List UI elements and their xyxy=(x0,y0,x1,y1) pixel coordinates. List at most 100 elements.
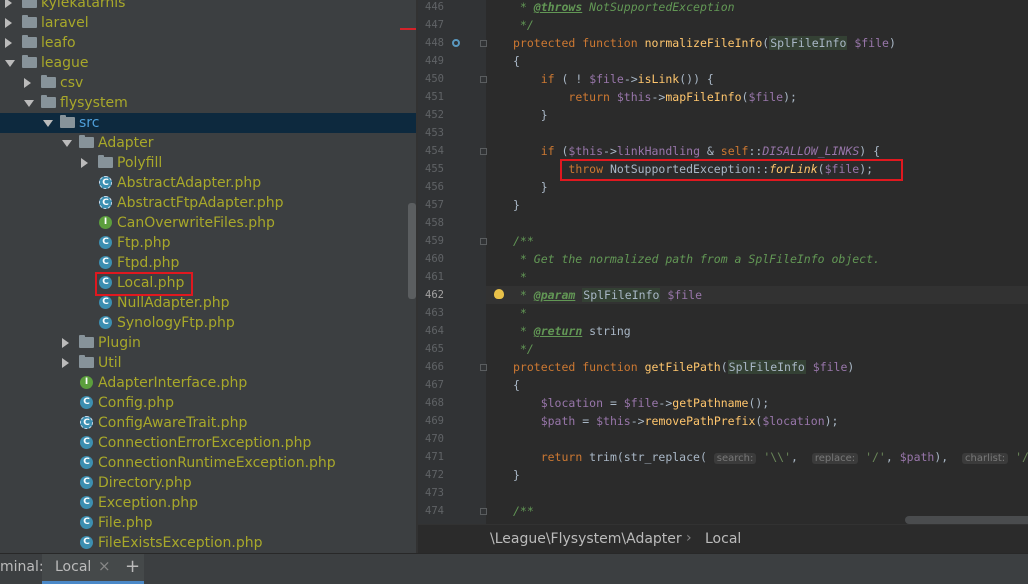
chevron-down-icon[interactable] xyxy=(43,120,53,127)
tree-folder[interactable]: flysystem xyxy=(0,93,416,113)
project-tree-scrollbar[interactable] xyxy=(408,203,416,299)
tree-folder[interactable]: laravel xyxy=(0,13,416,33)
tree-file[interactable]: C Exception.php xyxy=(0,493,416,513)
php-class-icon: C xyxy=(80,516,93,529)
code-line[interactable]: * @throws NotSupportedException xyxy=(513,0,735,16)
chevron-down-icon[interactable] xyxy=(62,140,72,147)
tree-file[interactable]: C ConnectionErrorException.php xyxy=(0,433,416,453)
code-line[interactable]: } xyxy=(513,196,520,214)
fold-toggle-icon[interactable] xyxy=(480,508,487,515)
tree-item-label: FileExistsException.php xyxy=(98,535,263,551)
fold-toggle-icon[interactable] xyxy=(480,148,487,155)
code-line[interactable]: } xyxy=(513,106,548,124)
tree-file[interactable]: C File.php xyxy=(0,513,416,533)
code-token: removePathPrefix xyxy=(644,414,756,428)
tree-file[interactable]: C NullAdapter.php xyxy=(0,293,416,313)
code-line[interactable]: { xyxy=(513,376,520,394)
tree-folder[interactable]: Polyfill xyxy=(0,153,416,173)
code-line[interactable]: } xyxy=(513,178,548,196)
fold-toggle-icon[interactable] xyxy=(480,76,487,83)
code-line[interactable]: */ xyxy=(513,340,534,358)
chevron-right-icon[interactable] xyxy=(5,18,12,28)
fold-toggle-icon[interactable] xyxy=(480,40,487,47)
chevron-right-icon[interactable] xyxy=(24,78,31,88)
tree-folder[interactable]: leafo xyxy=(0,33,416,53)
code-token: } xyxy=(513,468,520,482)
chevron-down-icon[interactable] xyxy=(5,60,15,67)
code-token: -> xyxy=(658,396,673,410)
code-line[interactable]: { xyxy=(513,52,520,70)
code-line[interactable]: $path = $this->removePathPrefix($locatio… xyxy=(513,412,839,430)
line-number: 473 xyxy=(425,487,444,499)
terminal-label: minal: xyxy=(0,559,44,575)
chevron-right-icon[interactable] xyxy=(5,38,12,48)
tree-folder[interactable]: Util xyxy=(0,353,416,373)
add-icon[interactable]: + xyxy=(125,556,140,577)
code-token: (); xyxy=(748,396,770,410)
code-token: ); xyxy=(824,414,839,428)
tree-folder[interactable]: kylekatarnis xyxy=(0,0,416,13)
fold-toggle-icon[interactable] xyxy=(480,238,487,245)
change-marker xyxy=(400,28,416,30)
tree-file[interactable]: C FileExistsException.php xyxy=(0,533,416,553)
code-token: $path xyxy=(899,450,935,464)
implementation-marker-icon[interactable] xyxy=(452,39,460,47)
code-token: $location xyxy=(540,396,604,410)
tree-file[interactable]: C Config.php xyxy=(0,393,416,413)
editor-horizontal-scrollbar[interactable] xyxy=(905,516,1028,524)
lightbulb-icon[interactable] xyxy=(494,289,504,299)
tree-folder[interactable]: src xyxy=(0,113,416,133)
code-line[interactable]: } xyxy=(513,466,520,484)
tree-folder[interactable]: league xyxy=(0,53,416,73)
tree-file[interactable]: C Ftpd.php xyxy=(0,253,416,273)
tree-file[interactable]: C Ftp.php xyxy=(0,233,416,253)
code-line[interactable]: * @param SplFileInfo $file xyxy=(486,286,1028,304)
code-line[interactable]: protected function getFilePath(SplFileIn… xyxy=(513,358,854,376)
code-line[interactable]: /** xyxy=(513,502,534,520)
tree-file[interactable]: I AdapterInterface.php xyxy=(0,373,416,393)
line-number: 455 xyxy=(425,163,444,175)
tree-folder[interactable]: Adapter xyxy=(0,133,416,153)
code-line[interactable]: $location = $file->getPathname(); xyxy=(513,394,770,412)
code-line[interactable]: /** xyxy=(513,232,534,250)
tree-file[interactable]: C SynologyFtp.php xyxy=(0,313,416,333)
chevron-right-icon[interactable] xyxy=(62,358,69,368)
tree-folder[interactable]: csv xyxy=(0,73,416,93)
breadcrumb-namespace[interactable]: \League\Flysystem\Adapter xyxy=(490,531,682,547)
breadcrumb-item-local[interactable]: Local xyxy=(705,531,741,547)
code-line[interactable]: return trim(str_replace( search: '\\', r… xyxy=(513,448,1028,466)
php-interface-icon: I xyxy=(99,216,112,229)
code-line[interactable]: protected function normalizeFileInfo(Spl… xyxy=(513,34,896,52)
tree-file[interactable]: C AbstractFtpAdapter.php xyxy=(0,193,416,213)
tree-file[interactable]: I CanOverwriteFiles.php xyxy=(0,213,416,233)
code-token: $file xyxy=(667,288,702,302)
code-line[interactable]: * @return string xyxy=(513,322,631,340)
chevron-right-icon[interactable] xyxy=(81,158,88,168)
tree-file[interactable]: C ConnectionRuntimeException.php xyxy=(0,453,416,473)
code-line[interactable]: * xyxy=(513,268,527,286)
tree-file[interactable]: C Directory.php xyxy=(0,473,416,493)
tree-folder[interactable]: Plugin xyxy=(0,333,416,353)
chevron-right-icon[interactable] xyxy=(5,0,12,8)
code-editor[interactable]: 446 447 448 449 450 451 452 453 454 455 456 457 458 4… xyxy=(418,0,1028,524)
tree-file[interactable]: C Local.php xyxy=(0,273,416,293)
code-line[interactable]: * Get the normalized path from a SplFile… xyxy=(513,250,880,268)
code-line[interactable]: if ($this->linkHandling & self::DISALLOW… xyxy=(513,142,880,160)
tree-file[interactable]: C AbstractAdapter.php xyxy=(0,173,416,193)
code-line[interactable]: * xyxy=(513,304,527,322)
line-number: 454 xyxy=(425,145,444,157)
code-token: -> xyxy=(623,72,638,86)
chevron-right-icon[interactable] xyxy=(62,338,69,348)
fold-toggle-icon[interactable] xyxy=(480,364,487,371)
tree-file[interactable]: C ConfigAwareTrait.php xyxy=(0,413,416,433)
code-token: * xyxy=(513,306,527,320)
code-line[interactable]: */ xyxy=(513,16,534,34)
code-token: * xyxy=(513,270,527,284)
close-icon[interactable]: × xyxy=(98,557,111,575)
chevron-down-icon[interactable] xyxy=(24,100,34,107)
code-line[interactable]: return $this->mapFileInfo($file); xyxy=(513,88,797,106)
code-line[interactable]: if ( ! $file->isLink()) { xyxy=(513,70,714,88)
folder-icon xyxy=(60,115,75,128)
